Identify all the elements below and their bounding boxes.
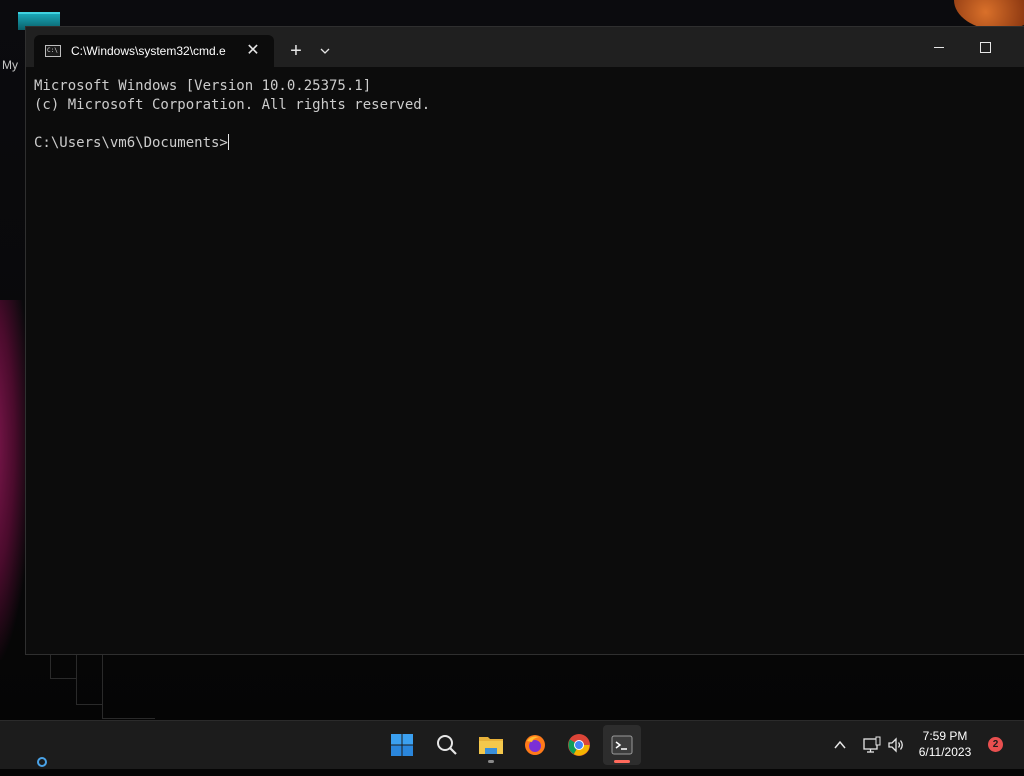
firefox-button[interactable] [516, 725, 554, 765]
search-button[interactable] [428, 725, 466, 765]
speaker-icon [888, 737, 903, 753]
chrome-button[interactable] [560, 725, 598, 765]
terminal-icon [611, 735, 633, 755]
running-indicator [488, 760, 494, 763]
console-line: (c) Microsoft Corporation. All rights re… [34, 97, 431, 113]
wallpaper-line [76, 652, 103, 705]
close-icon[interactable]: ✕ [243, 43, 263, 59]
minimize-button[interactable] [916, 35, 962, 59]
console-line: Microsoft Windows [Version 10.0.25375.1] [34, 78, 372, 94]
chevron-down-icon[interactable] [315, 41, 335, 61]
active-indicator [614, 760, 630, 763]
maximize-icon [979, 41, 991, 53]
title-bar[interactable]: C:\Windows\system32\cmd.e ✕ + [26, 27, 1024, 67]
terminal-window: C:\Windows\system32\cmd.e ✕ + Microsoft … [25, 26, 1024, 655]
prompt-text: C:\Users\vm6\Documents> [34, 135, 228, 151]
console-output[interactable]: Microsoft Windows [Version 10.0.25375.1]… [34, 77, 1014, 153]
notification-badge[interactable]: 2 [988, 737, 1003, 752]
clock-date: 6/11/2023 [918, 745, 972, 759]
windows-start-icon [391, 734, 413, 756]
cmd-icon [45, 45, 61, 57]
search-icon [437, 735, 457, 755]
minimize-icon [934, 46, 944, 48]
text-cursor [227, 134, 229, 150]
taskbar: 7:59 PM 6/11/2023 2 [0, 720, 1024, 769]
new-tab-button[interactable]: + [284, 40, 308, 62]
widgets-icon[interactable] [32, 757, 48, 771]
tab-title: C:\Windows\system32\cmd.e [71, 44, 226, 58]
chevron-up-icon [834, 740, 846, 749]
clock-time: 7:59 PM [922, 729, 968, 743]
network-icon [863, 736, 881, 753]
maximize-button[interactable] [962, 35, 1008, 59]
show-hidden-icons-button[interactable] [832, 737, 848, 753]
file-explorer-button[interactable] [472, 725, 510, 765]
terminal-button[interactable] [603, 725, 641, 765]
console-prompt-line[interactable]: C:\Users\vm6\Documents> [34, 134, 1014, 153]
tab-cmd[interactable]: C:\Windows\system32\cmd.e ✕ [34, 35, 274, 67]
firefox-icon [525, 735, 545, 755]
desktop-icon-label[interactable]: My [2, 58, 18, 72]
folder-icon [479, 737, 503, 754]
start-button[interactable] [383, 725, 421, 765]
wallpaper-line [102, 652, 155, 719]
network-button[interactable] [862, 735, 882, 755]
volume-button[interactable] [886, 735, 906, 755]
chrome-icon [568, 734, 590, 756]
wallpaper-line [50, 652, 77, 679]
clock[interactable]: 7:59 PM 6/11/2023 [910, 728, 980, 760]
